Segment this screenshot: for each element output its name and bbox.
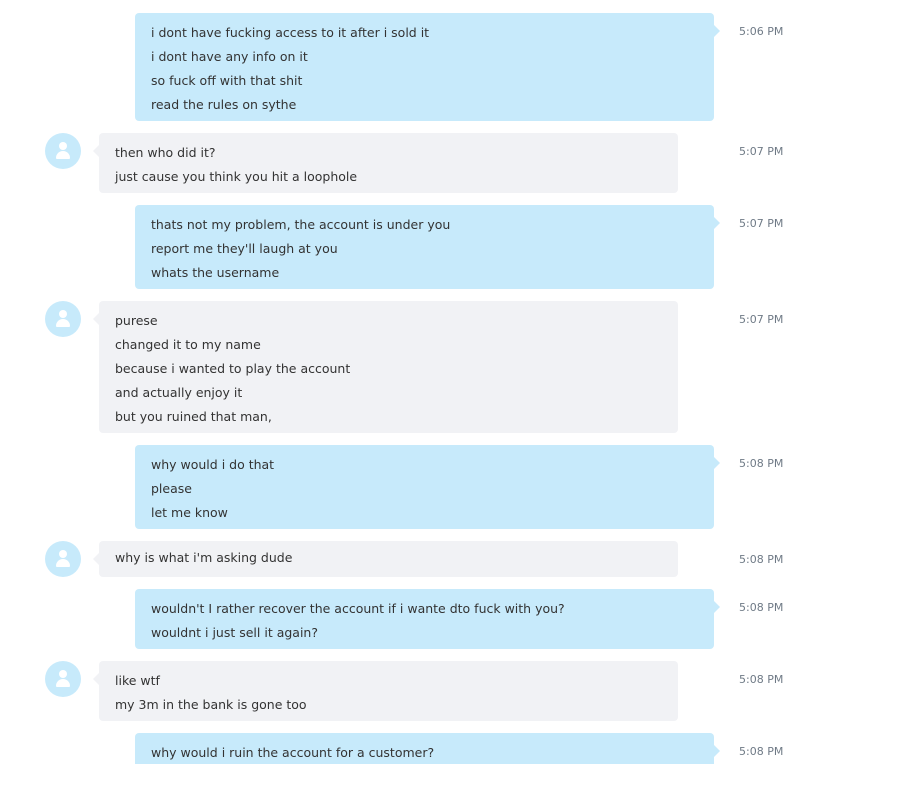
message-bubble[interactable]: purese changed it to my name because i w… xyxy=(93,301,678,433)
message-line: changed it to my name xyxy=(115,337,261,352)
message-line: my 3m in the bank is gone too xyxy=(115,697,307,712)
message-line: why would i ruin the account for a custo… xyxy=(151,745,435,760)
message-line: then who did it? xyxy=(115,145,216,160)
message-timestamp: 5:08 PM xyxy=(739,601,784,614)
message-line: like wtf xyxy=(115,673,160,688)
message-line: so fuck off with that shit xyxy=(151,73,303,88)
message-line: thats not my problem, the account is und… xyxy=(151,217,451,232)
message-line: because i wanted to play the account xyxy=(115,361,351,376)
message-timestamp: 5:08 PM xyxy=(739,553,784,566)
message-line: wouldn't I rather recover the account if… xyxy=(151,601,565,616)
message-line: purese xyxy=(115,313,158,328)
message-line: why is what i'm asking dude xyxy=(115,550,293,565)
message-timestamp: 5:07 PM xyxy=(739,313,784,326)
message-bubble[interactable]: i dont have fucking access to it after i… xyxy=(135,13,720,121)
message-timestamp: 5:06 PM xyxy=(739,25,784,38)
message-line: whats the username xyxy=(151,265,280,280)
message-line: why would i do that xyxy=(151,457,275,472)
contact-avatar[interactable] xyxy=(45,133,81,169)
message-bubble[interactable]: wouldn't I rather recover the account if… xyxy=(135,589,720,649)
message-bubble[interactable]: then who did it? just cause you think yo… xyxy=(93,133,678,193)
message-line: report me they'll laugh at you xyxy=(151,241,338,256)
message-line: just cause you think you hit a loophole xyxy=(115,169,358,184)
message-timestamp: 5:07 PM xyxy=(739,145,784,158)
message-line: and actually enjoy it xyxy=(115,385,243,400)
message-bubble[interactable]: why would i ruin the account for a custo… xyxy=(135,733,720,764)
message-line: but you ruined that man, xyxy=(115,409,272,424)
message-bubble[interactable]: why would i do that please let me know xyxy=(135,445,720,529)
message-bubble[interactable]: why is what i'm asking dude xyxy=(93,541,678,577)
message-timestamp: 5:08 PM xyxy=(739,457,784,470)
chat-window: { "colors": { "outgoing_bubble": "#c7eaf… xyxy=(0,0,917,792)
contact-avatar[interactable] xyxy=(45,661,81,697)
message-line: wouldnt i just sell it again? xyxy=(151,625,318,640)
message-line: let me know xyxy=(151,505,228,520)
message-timestamp: 5:07 PM xyxy=(739,217,784,230)
message-timestamp: 5:08 PM xyxy=(739,673,784,686)
message-bubble[interactable]: like wtf my 3m in the bank is gone too xyxy=(93,661,678,721)
contact-avatar[interactable] xyxy=(45,301,81,337)
contact-avatar[interactable] xyxy=(45,541,81,577)
message-line: read the rules on sythe xyxy=(151,97,297,112)
message-line: please xyxy=(151,481,192,496)
message-bubble[interactable]: thats not my problem, the account is und… xyxy=(135,205,720,289)
message-line: i dont have any info on it xyxy=(151,49,308,64)
message-timestamp: 5:08 PM xyxy=(739,745,784,758)
message-line: i dont have fucking access to it after i… xyxy=(151,25,430,40)
